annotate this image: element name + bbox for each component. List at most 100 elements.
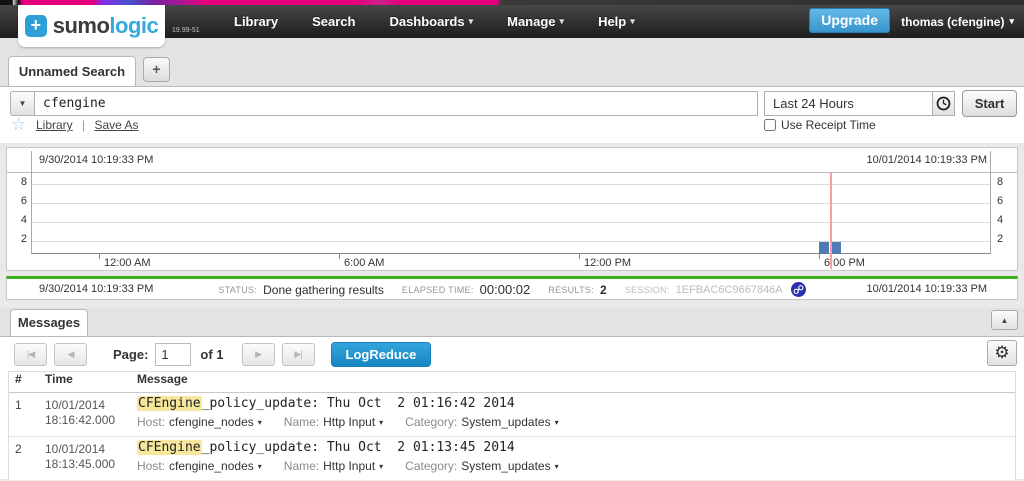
search-panel: ▼ Start ☆ Library | Save As Use Receipt …: [0, 86, 1024, 143]
host-dropdown[interactable]: Host: cfengine_nodes ▾: [137, 459, 262, 473]
search-status-bar: 9/30/2014 10:19:33 PM 10/01/2014 10:19:3…: [6, 276, 1018, 300]
y-axis-label: 8: [20, 176, 27, 188]
session-value: 1EFBAC6C9667846A: [675, 283, 783, 296]
gridline: [32, 241, 990, 242]
highlighted-term: CFEngine: [137, 440, 202, 455]
logo-sumo: sumo: [52, 13, 110, 38]
row-time: 10/01/2014 18:16:42.000: [45, 398, 116, 427]
row-number: 1: [15, 398, 22, 412]
query-input[interactable]: [34, 91, 758, 116]
message-metadata: Host: cfengine_nodes ▾ Name: Http Input ▾ Ca…: [137, 415, 559, 429]
session-label: SESSION:: [624, 284, 670, 295]
user-menu[interactable]: thomas (cfengine) ▾: [901, 5, 1014, 38]
triangle-up-icon: ▲: [1000, 315, 1009, 325]
status-value: Done gathering results: [263, 282, 384, 297]
log-message: CFEngine_policy_update: Thu Oct 2 01:16:…: [137, 396, 515, 411]
last-page-button[interactable]: ▶|: [281, 342, 315, 366]
chevron-down-icon: ▾: [257, 417, 262, 427]
page-number-input[interactable]: [155, 342, 192, 366]
chevron-down-icon: ▼: [18, 99, 27, 108]
row-number: 2: [15, 442, 22, 456]
chart-header: 9/30/2014 10:19:33 PM 10/01/2014 10:19:3…: [7, 148, 1017, 173]
message-metadata: Host: cfengine_nodes ▾ Name: Http Input ▾ Ca…: [137, 459, 559, 473]
nav-help[interactable]: Help ▾: [598, 14, 635, 29]
nav-dashboards[interactable]: Dashboards ▾: [389, 14, 473, 29]
chevron-down-icon: ▾: [379, 417, 384, 427]
x-axis-label: 12:00 PM: [584, 257, 632, 269]
tab-unnamed-search[interactable]: Unnamed Search: [8, 56, 136, 86]
table-row: 2 10/01/2014 18:13:45.000 CFEngine_policy…: [9, 437, 1015, 481]
query-history-dropdown-button[interactable]: ▼: [10, 91, 34, 116]
x-axis-tick: [819, 254, 820, 259]
first-page-button[interactable]: |◀: [14, 342, 47, 366]
logo-logic: logic: [109, 13, 159, 38]
favorite-star-icon[interactable]: ☆: [11, 116, 26, 133]
messages-tab-row: Messages ▲: [0, 308, 1024, 336]
chart-end-time: 10/01/2014 10:19:33 PM: [866, 154, 987, 166]
category-dropdown[interactable]: Category: System_updates ▾: [405, 415, 558, 429]
elapsed-value: 00:00:02: [479, 282, 531, 297]
time-range-clock-button[interactable]: [932, 91, 955, 116]
tab-messages[interactable]: Messages: [10, 309, 88, 336]
user-label: thomas (cfengine): [901, 14, 1005, 29]
nav-library[interactable]: Library: [234, 14, 278, 29]
x-axis-label: 12:00 AM: [104, 257, 151, 269]
header-num: #: [15, 372, 22, 386]
elapsed-label: ELAPSED TIME:: [401, 284, 474, 295]
highlighted-term: CFEngine: [137, 396, 202, 411]
save-as-link[interactable]: Save As: [95, 118, 139, 132]
x-axis-tick: [579, 254, 580, 259]
row-time: 10/01/2014 18:13:45.000: [45, 442, 116, 471]
start-button[interactable]: Start: [962, 90, 1017, 117]
nav-search[interactable]: Search: [312, 14, 355, 29]
chevron-down-icon: ▾: [1009, 16, 1014, 26]
chevron-down-icon: ▾: [468, 16, 474, 26]
logreduce-button[interactable]: LogReduce: [330, 341, 432, 367]
settings-button[interactable]: ⚙: [987, 340, 1017, 366]
upgrade-button[interactable]: Upgrade: [809, 8, 890, 33]
x-axis-label: 6:00 AM: [344, 257, 385, 269]
logo-plus-icon: +: [24, 15, 47, 37]
log-message: CFEngine_policy_update: Thu Oct 2 01:13:…: [137, 440, 515, 455]
name-dropdown[interactable]: Name: Http Input ▾: [284, 415, 383, 429]
messages-toolbar: |◀ ◀ Page: of 1 ▶ ▶| LogReduce ⚙: [0, 337, 1024, 371]
next-page-button[interactable]: ▶: [241, 342, 275, 366]
status-label: STATUS:: [218, 284, 258, 295]
link-divider: |: [82, 118, 86, 132]
version-label: 19.99-51: [172, 27, 200, 34]
axis-tick: [990, 151, 991, 173]
category-dropdown[interactable]: Category: System_updates ▾: [405, 459, 558, 473]
y-axis-label: 8: [997, 176, 1004, 188]
time-marker-line: [830, 173, 832, 269]
prev-page-button[interactable]: ◀: [54, 342, 87, 366]
y-axis-label: 4: [997, 214, 1004, 226]
name-dropdown[interactable]: Name: Http Input ▾: [284, 459, 383, 473]
gridline: [32, 184, 990, 185]
status-summary: STATUS: Done gathering results ELAPSED T…: [7, 279, 1017, 300]
x-axis-tick: [99, 254, 100, 259]
histogram-panel: 9/30/2014 10:19:33 PM 10/01/2014 10:19:3…: [6, 147, 1018, 271]
axis-tick: [31, 151, 32, 173]
y-axis-label: 2: [20, 233, 27, 245]
chevron-down-icon: ▾: [257, 461, 262, 471]
results-value: 2: [600, 282, 607, 297]
library-link[interactable]: Library: [36, 118, 73, 132]
session-link-icon[interactable]: [790, 282, 806, 297]
collapse-panel-button[interactable]: ▲: [991, 310, 1018, 330]
histogram-plot[interactable]: 12:00 AM 6:00 AM 12:00 PM 6:00 PM: [31, 173, 991, 269]
sumologic-logo[interactable]: + sumologic: [18, 5, 165, 47]
y-axis-label: 6: [997, 195, 1004, 207]
table-header: # Time Message: [9, 372, 1015, 393]
chevron-down-icon: ▾: [554, 461, 559, 471]
nav-manage[interactable]: Manage ▾: [507, 14, 564, 29]
chevron-down-icon: ▾: [554, 417, 559, 427]
table-row: 1 10/01/2014 18:16:42.000 CFEngine_policy…: [9, 393, 1015, 437]
chevron-down-icon: ▾: [559, 16, 565, 26]
chart-start-time: 9/30/2014 10:19:33 PM: [39, 154, 154, 166]
host-dropdown[interactable]: Host: cfengine_nodes ▾: [137, 415, 262, 429]
time-range-input[interactable]: [764, 91, 932, 116]
new-tab-button[interactable]: +: [143, 57, 170, 82]
use-receipt-time-checkbox[interactable]: [764, 119, 776, 131]
use-receipt-time: Use Receipt Time: [764, 118, 876, 132]
page-count-label: of 1: [200, 346, 224, 362]
